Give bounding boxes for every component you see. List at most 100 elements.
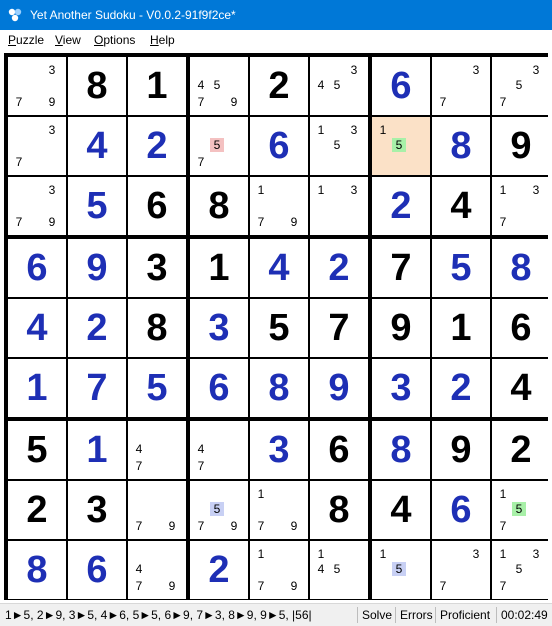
solve-status[interactable]: Solve [362,604,392,626]
sudoku-cell-r1c5[interactable]: 2 [250,57,308,115]
entered-digit: 7 [86,367,108,409]
given-digit: 9 [450,429,472,471]
sudoku-cell-r6c8[interactable]: 2 [432,359,490,417]
sudoku-cell-r3c1[interactable]: 3 7 9 [8,177,66,235]
sudoku-cell-r9c9[interactable]: 1 357 [492,541,550,599]
sudoku-cell-r3c9[interactable]: 1 3 7 [492,177,550,235]
sudoku-cell-r1c9[interactable]: 357 [492,57,550,115]
sudoku-cell-r6c2[interactable]: 7 [68,359,126,417]
sudoku-cell-r1c4[interactable]: 457 9 [190,57,248,115]
difficulty-level: Proficient [440,608,491,622]
given-digit: 6 [146,185,168,227]
sudoku-cell-r6c3[interactable]: 5 [128,359,186,417]
sudoku-cell-r1c8[interactable]: 37 [432,57,490,115]
sudoku-cell-r2c4[interactable]: 57 [190,117,248,175]
sudoku-cell-r7c8[interactable]: 9 [432,421,490,479]
sudoku-cell-r8c3[interactable]: 79 [128,481,186,539]
sudoku-cell-r7c5[interactable]: 3 [250,421,308,479]
sudoku-cell-r8c4[interactable]: 57 9 [190,481,248,539]
sudoku-cell-r8c7[interactable]: 4 [372,481,430,539]
sudoku-cell-r9c3[interactable]: 4 7 9 [128,541,186,599]
sudoku-cell-r4c2[interactable]: 9 [68,239,126,297]
sudoku-cell-r8c1[interactable]: 2 [8,481,66,539]
sudoku-cell-r1c2[interactable]: 8 [68,57,126,115]
sudoku-cell-r3c7[interactable]: 2 [372,177,430,235]
menu-options[interactable]: Options [94,33,135,47]
sudoku-cell-r5c4[interactable]: 3 [190,299,248,357]
sudoku-cell-r2c1[interactable]: 37 [8,117,66,175]
sudoku-cell-r8c5[interactable]: 1 7 9 [250,481,308,539]
candidate-mark: 7 [135,579,143,593]
sudoku-cell-r9c5[interactable]: 1 7 9 [250,541,308,599]
sudoku-cell-r7c6[interactable]: 6 [310,421,368,479]
sudoku-cell-r6c4[interactable]: 6 [190,359,248,417]
sudoku-cell-r3c4[interactable]: 8 [190,177,248,235]
sudoku-cell-r4c9[interactable]: 8 [492,239,550,297]
sudoku-cell-r9c1[interactable]: 8 [8,541,66,599]
sudoku-cell-r2c3[interactable]: 2 [128,117,186,175]
sudoku-cell-r2c9[interactable]: 9 [492,117,550,175]
sudoku-cell-r9c2[interactable]: 6 [68,541,126,599]
sudoku-cell-r5c9[interactable]: 6 [492,299,550,357]
candidate-mark: 9 [290,579,298,593]
sudoku-cell-r1c1[interactable]: 3 7 9 [8,57,66,115]
sudoku-cell-r2c6[interactable]: 1 35 [310,117,368,175]
menu-puzzle[interactable]: Puzzle [8,33,44,47]
sudoku-cell-r9c4[interactable]: 2 [190,541,248,599]
sudoku-cell-r1c6[interactable]: 3 45 [310,57,368,115]
entered-digit: 9 [328,367,350,409]
sudoku-cell-r3c8[interactable]: 4 [432,177,490,235]
entered-digit: 8 [390,429,412,471]
sudoku-cell-r8c9[interactable]: 157 [492,481,550,539]
sudoku-cell-r5c3[interactable]: 8 [128,299,186,357]
sudoku-cell-r5c6[interactable]: 7 [310,299,368,357]
sudoku-cell-r4c5[interactable]: 4 [250,239,308,297]
sudoku-cell-r6c5[interactable]: 8 [250,359,308,417]
entered-digit: 6 [268,125,290,167]
menu-bar: Puzzle View Options Help [0,30,552,51]
sudoku-cell-r7c2[interactable]: 1 [68,421,126,479]
sudoku-cell-r5c1[interactable]: 4 [8,299,66,357]
sudoku-cell-r5c5[interactable]: 5 [250,299,308,357]
sudoku-cell-r4c8[interactable]: 5 [432,239,490,297]
sudoku-cell-r6c7[interactable]: 3 [372,359,430,417]
sudoku-cell-r4c4[interactable]: 1 [190,239,248,297]
sudoku-cell-r6c9[interactable]: 4 [492,359,550,417]
sudoku-cell-r7c4[interactable]: 47 [190,421,248,479]
sudoku-cell-r2c5[interactable]: 6 [250,117,308,175]
title-bar[interactable]: Yet Another Sudoku - V0.0.2-91f9f2ce* [0,0,552,30]
errors-status[interactable]: Errors [400,604,433,626]
sudoku-cell-r4c6[interactable]: 2 [310,239,368,297]
sudoku-cell-r7c9[interactable]: 2 [492,421,550,479]
sudoku-cell-r3c5[interactable]: 1 7 9 [250,177,308,235]
sudoku-cell-r6c6[interactable]: 9 [310,359,368,417]
sudoku-cell-r9c6[interactable]: 145 [310,541,368,599]
sudoku-cell-r2c8[interactable]: 8 [432,117,490,175]
sudoku-cell-r4c3[interactable]: 3 [128,239,186,297]
sudoku-cell-r1c3[interactable]: 1 [128,57,186,115]
sudoku-cell-r6c1[interactable]: 1 [8,359,66,417]
sudoku-cell-r8c8[interactable]: 6 [432,481,490,539]
sudoku-cell-r3c3[interactable]: 6 [128,177,186,235]
sudoku-cell-r8c6[interactable]: 8 [310,481,368,539]
sudoku-cell-r3c2[interactable]: 5 [68,177,126,235]
sudoku-cell-r5c8[interactable]: 1 [432,299,490,357]
sudoku-cell-r2c7[interactable]: 15 [372,117,430,175]
sudoku-cell-r7c7[interactable]: 8 [372,421,430,479]
sudoku-cell-r2c2[interactable]: 4 [68,117,126,175]
sudoku-cell-r9c8[interactable]: 37 [432,541,490,599]
sudoku-cell-r8c2[interactable]: 3 [68,481,126,539]
menu-help[interactable]: Help [150,33,175,47]
sudoku-cell-r5c7[interactable]: 9 [372,299,430,357]
sudoku-cell-r4c1[interactable]: 6 [8,239,66,297]
entered-digit: 1 [86,429,108,471]
candidate-mark: 9 [230,519,238,533]
sudoku-cell-r7c3[interactable]: 47 [128,421,186,479]
sudoku-cell-r4c7[interactable]: 7 [372,239,430,297]
menu-view[interactable]: View [55,33,81,47]
sudoku-cell-r5c2[interactable]: 2 [68,299,126,357]
sudoku-cell-r1c7[interactable]: 6 [372,57,430,115]
sudoku-cell-r3c6[interactable]: 13 [310,177,368,235]
sudoku-cell-r7c1[interactable]: 5 [8,421,66,479]
sudoku-cell-r9c7[interactable]: 15 [372,541,430,599]
